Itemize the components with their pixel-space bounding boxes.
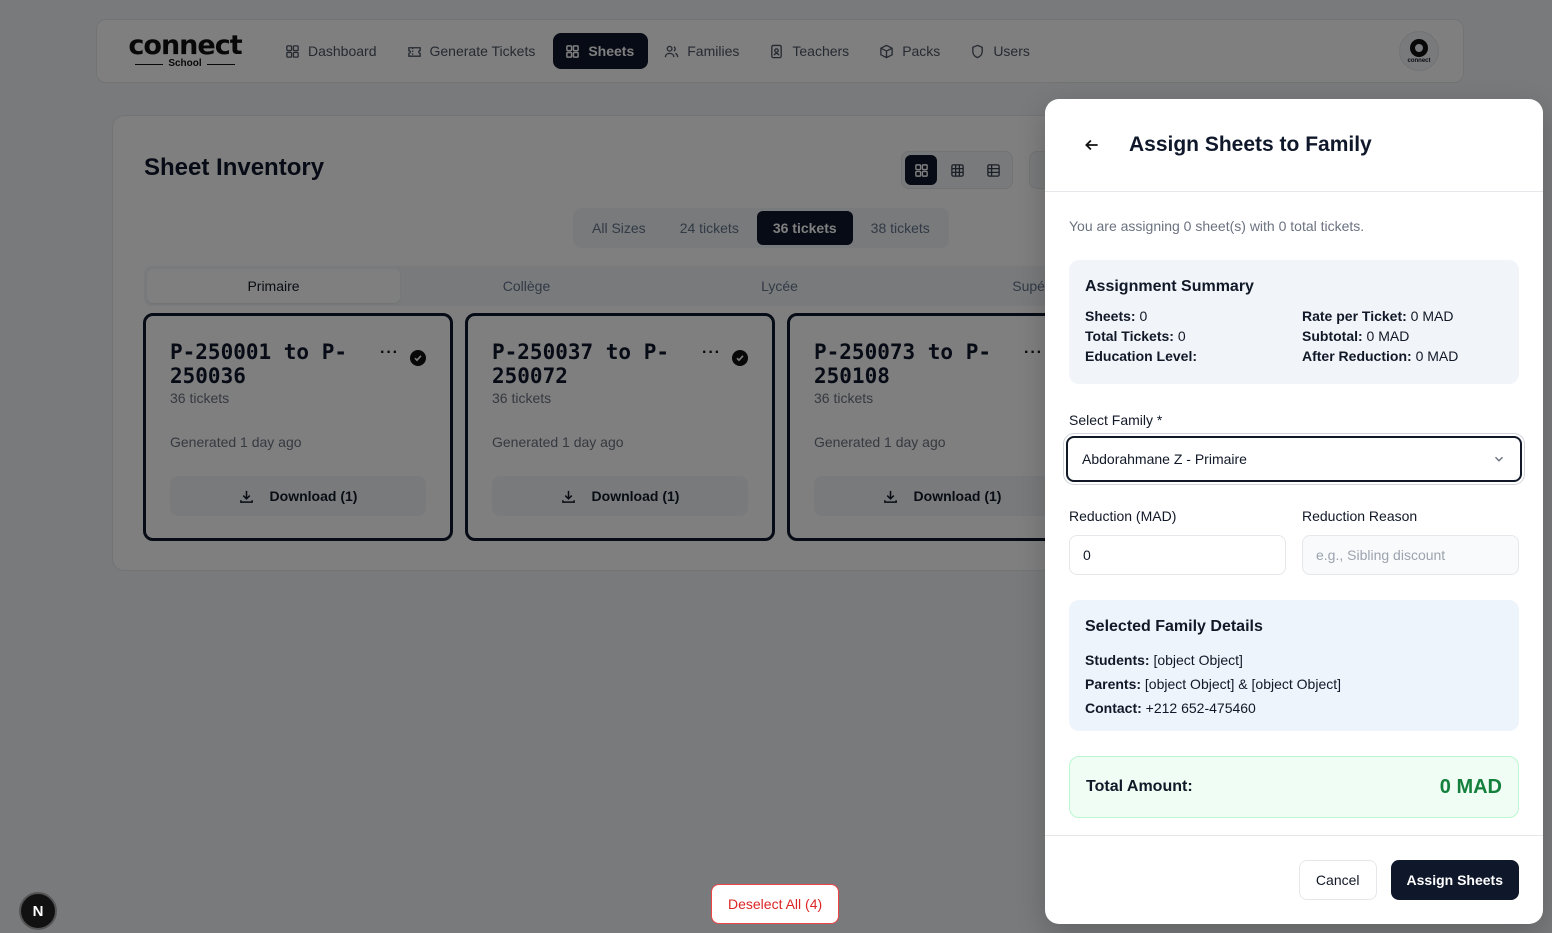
summary-subtotal: Subtotal: 0 MAD: [1302, 328, 1519, 344]
summary-grid: Sheets: 0 Rate per Ticket: 0 MAD Total T…: [1085, 308, 1503, 364]
summary-heading: Assignment Summary: [1085, 278, 1254, 295]
dev-indicator-badge[interactable]: N: [19, 892, 57, 930]
family-students: Students: [object Object]: [1085, 648, 1503, 672]
parents-label: Parents:: [1085, 676, 1142, 692]
summary-sheets-label: Sheets:: [1085, 308, 1136, 324]
panel-body: You are assigning 0 sheet(s) with 0 tota…: [1045, 192, 1543, 835]
summary-subtotal-label: Subtotal:: [1302, 328, 1363, 344]
parents-value: [object Object] & [object Object]: [1144, 676, 1342, 692]
summary-after-value: 0 MAD: [1415, 348, 1459, 364]
summary-rate-value: 0 MAD: [1410, 308, 1454, 324]
reduction-label: Reduction (MAD): [1069, 508, 1177, 524]
back-arrow-icon[interactable]: [1083, 136, 1101, 154]
family-details-heading: Selected Family Details: [1085, 618, 1263, 635]
assignment-summary: Assignment Summary Sheets: 0 Rate per Ti…: [1069, 260, 1519, 384]
summary-education: Education Level:: [1085, 348, 1302, 364]
chevron-down-icon: [1495, 456, 1503, 462]
students-value: [object Object]: [1153, 652, 1243, 668]
panel-header: Assign Sheets to Family: [1045, 99, 1543, 192]
summary-rate: Rate per Ticket: 0 MAD: [1302, 308, 1519, 324]
total-amount-label: Total Amount:: [1086, 778, 1193, 795]
family-contact: Contact: +212 652-475460: [1085, 696, 1503, 720]
panel-title: Assign Sheets to Family: [1129, 133, 1372, 156]
reduction-input[interactable]: 0: [1069, 535, 1286, 575]
summary-total-tickets-value: 0: [1177, 328, 1186, 344]
summary-sheets-value: 0: [1139, 308, 1148, 324]
summary-after-reduction: After Reduction: 0 MAD: [1302, 348, 1519, 364]
contact-label: Contact:: [1085, 700, 1142, 716]
family-select-value: Abdorahmane Z - Primaire: [1082, 451, 1247, 467]
contact-value: +212 652-475460: [1145, 700, 1256, 716]
summary-rate-label: Rate per Ticket:: [1302, 308, 1407, 324]
family-parents: Parents: [object Object] & [object Objec…: [1085, 672, 1503, 696]
panel-footer: Cancel Assign Sheets: [1045, 835, 1543, 924]
summary-sheets: Sheets: 0: [1085, 308, 1302, 324]
assign-description: You are assigning 0 sheet(s) with 0 tota…: [1069, 218, 1365, 234]
summary-subtotal-value: 0 MAD: [1366, 328, 1410, 344]
total-amount-value: 0 MAD: [1439, 775, 1502, 798]
assign-sheets-panel: Assign Sheets to Family You are assignin…: [1045, 99, 1543, 924]
cancel-button[interactable]: Cancel: [1298, 860, 1377, 900]
reduction-reason-input[interactable]: e.g., Sibling discount: [1302, 535, 1519, 575]
total-amount-box: Total Amount: 0 MAD: [1069, 756, 1519, 818]
family-select[interactable]: Abdorahmane Z - Primaire: [1066, 436, 1522, 482]
summary-after-label: After Reduction:: [1302, 348, 1412, 364]
select-family-label: Select Family *: [1069, 412, 1163, 428]
deselect-all-button[interactable]: Deselect All (4): [711, 884, 840, 924]
summary-total-tickets-label: Total Tickets:: [1085, 328, 1174, 344]
students-label: Students:: [1085, 652, 1150, 668]
selected-family-details: Selected Family Details Students: [objec…: [1069, 600, 1519, 731]
assign-sheets-button[interactable]: Assign Sheets: [1390, 860, 1519, 900]
reduction-reason-label: Reduction Reason: [1302, 508, 1418, 524]
summary-total-tickets: Total Tickets: 0: [1085, 328, 1302, 344]
summary-education-label: Education Level:: [1085, 348, 1198, 364]
